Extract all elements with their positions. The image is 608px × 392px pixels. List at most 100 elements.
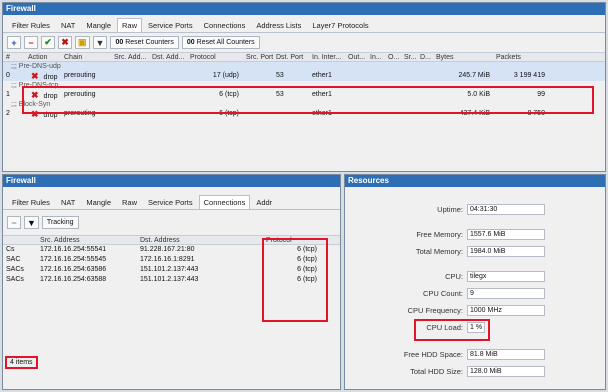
rule-protocol: 6 (tcp): [219, 110, 239, 117]
toolbar: + − ✔ ✖ ▣ ▼ 00 Reset Counters 00 Reset All…: [3, 33, 605, 52]
total-memory-value: 1984.0 MiB: [467, 246, 545, 257]
cpu-load-value: 1 %: [467, 322, 485, 333]
tab-layer7-protocols[interactable]: Layer7 Protocols: [307, 18, 373, 32]
drop-x-icon: ✖: [31, 71, 39, 81]
rule-num: 1: [6, 91, 10, 98]
firewall-window-connections: Firewall Filter Rules NAT Mangle Raw Ser…: [2, 174, 341, 390]
total-hdd-row: Total HDD Size: 128.0 MiB: [345, 363, 605, 380]
col-protocol[interactable]: Protocol: [187, 53, 243, 61]
col-in[interactable]: In...: [367, 53, 385, 61]
reset-all-counters-button[interactable]: 00 Reset All Counters: [181, 36, 260, 49]
col-protocol[interactable]: Protocol: [263, 236, 323, 244]
tab-filter-rules[interactable]: Filter Rules: [7, 18, 55, 32]
tab-service-ports[interactable]: Service Ports: [143, 18, 198, 32]
tab-raw[interactable]: Raw: [117, 18, 143, 32]
tab-address-lists[interactable]: Addr: [251, 195, 277, 209]
check-icon[interactable]: ✔: [41, 36, 55, 49]
rule-dst-port: 53: [276, 91, 284, 98]
x-icon[interactable]: ✖: [58, 36, 72, 49]
rule-group-1[interactable]: ;;; Pre-DNS-tcp 1 ✖ drop prerouting 6 (tc…: [3, 81, 605, 100]
conn-flag: SACs: [6, 276, 24, 283]
table-row[interactable]: SACs 172.16.16.254:63586 151.101.2.137:4…: [3, 265, 340, 275]
rule-blank: [345, 71, 433, 81]
rule-dst: [149, 71, 187, 81]
plus-icon[interactable]: +: [7, 36, 21, 49]
minus-icon[interactable]: −: [24, 36, 38, 49]
tab-raw[interactable]: Raw: [117, 195, 142, 209]
tab-mangle[interactable]: Mangle: [81, 195, 116, 209]
rule-comment: ;;; Pre-DNS-udp: [11, 63, 61, 70]
cpu-value: tilegx: [467, 271, 545, 282]
drop-x-icon: ✖: [31, 90, 39, 100]
rule-num: 0: [6, 72, 10, 79]
rule-action: ✖ drop: [25, 71, 61, 81]
tab-filter-rules[interactable]: Filter Rules: [7, 195, 55, 209]
tab-nat[interactable]: NAT: [56, 195, 80, 209]
col-o[interactable]: O...: [385, 53, 401, 61]
filter-icon[interactable]: ▼: [24, 216, 39, 229]
col-dst-port[interactable]: Dst. Port: [273, 53, 309, 61]
reset-counters-button[interactable]: 00 Reset Counters: [110, 36, 179, 49]
rule-blank: [345, 109, 433, 119]
tab-service-ports[interactable]: Service Ports: [143, 195, 198, 209]
tab-nat[interactable]: NAT: [56, 18, 80, 32]
table-row[interactable]: Cs 172.16.16.254:55541 91.228.167.21:80 …: [3, 245, 340, 255]
conn-flag: SACs: [6, 266, 24, 273]
cpu-row: CPU: tilegx: [345, 268, 605, 285]
col-out-interface[interactable]: Out...: [345, 53, 367, 61]
free-hdd-value: 81.8 MiB: [467, 349, 545, 360]
rule-src-port: [243, 109, 273, 119]
col-sr[interactable]: Sr...: [401, 53, 417, 61]
col-src-address[interactable]: Src. Add...: [111, 53, 149, 61]
rule-src: [111, 71, 149, 81]
rule-src-port: [243, 90, 273, 100]
table-row[interactable]: 0 ✖ drop prerouting 17 (udp) 53 ether1 24…: [3, 71, 605, 81]
table-row[interactable]: SAC 172.16.16.254:55545 172.16.16.1:8291…: [3, 255, 340, 265]
rule-packets: 99: [537, 91, 545, 98]
cpu-count-label: CPU Count:: [422, 289, 463, 298]
free-memory-label: Free Memory:: [416, 230, 463, 239]
rule-in-iface: ether1: [312, 110, 332, 117]
col-action[interactable]: Action: [25, 53, 61, 61]
col-src-port[interactable]: Src. Port: [243, 53, 273, 61]
col-flags[interactable]: [3, 236, 37, 244]
rule-bytes: 245.7 MiB: [458, 72, 490, 79]
cpu-frequency-label: CPU Frequency:: [407, 306, 463, 315]
connections-table-header: Src. Address Dst. Address Protocol: [3, 235, 340, 245]
rule-group-2[interactable]: ;;; Block-Syn 2 ✖ drop prerouting 6 (tcp)…: [3, 100, 605, 119]
col-bytes[interactable]: Bytes: [433, 53, 493, 61]
col-num[interactable]: #: [3, 53, 25, 61]
tracking-button[interactable]: Tracking: [41, 216, 79, 229]
rule-packets: 8 750: [527, 110, 545, 117]
table-row[interactable]: 2 ✖ drop prerouting 6 (tcp) ether1 437.4 …: [3, 109, 605, 119]
drop-x-icon: ✖: [31, 109, 39, 119]
cpu-count-row: CPU Count: 9: [345, 285, 605, 302]
minus-icon[interactable]: −: [7, 216, 21, 229]
comment-icon[interactable]: ▣: [75, 36, 90, 49]
rule-comment: ;;; Pre-DNS-tcp: [11, 82, 59, 89]
tab-mangle[interactable]: Mangle: [81, 18, 116, 32]
table-row[interactable]: SACs 172.16.16.254:63588 151.101.2.137:4…: [3, 275, 340, 285]
col-packets[interactable]: Packets: [493, 53, 548, 61]
col-dst-address[interactable]: Dst. Add...: [149, 53, 187, 61]
tab-address-lists[interactable]: Address Lists: [251, 18, 306, 32]
tab-connections[interactable]: Connections: [199, 18, 251, 32]
free-hdd-row: Free HDD Space: 81.8 MiB: [345, 346, 605, 363]
rule-src-port: [243, 71, 273, 81]
rule-protocol: 17 (udp): [212, 72, 239, 79]
col-src-address[interactable]: Src. Address: [37, 236, 137, 244]
rule-blank: [345, 90, 433, 100]
col-dst-address[interactable]: Dst. Address: [137, 236, 263, 244]
col-chain[interactable]: Chain: [61, 53, 111, 61]
table-row[interactable]: 1 ✖ drop prerouting 6 (tcp) 53 ether1 5.0…: [3, 90, 605, 100]
col-d[interactable]: D...: [417, 53, 433, 61]
tab-connections[interactable]: Connections: [198, 195, 251, 209]
rule-group-0[interactable]: ;;; Pre-DNS-udp 0 ✖ drop prerouting 17 (u…: [3, 62, 605, 81]
window-title: Firewall: [3, 175, 340, 187]
conn-dst: 151.101.2.137:443: [140, 276, 199, 283]
col-in-interface[interactable]: In. Inter...: [309, 53, 345, 61]
rules-table-header: # Action Chain Src. Add... Dst. Add... P…: [3, 52, 605, 62]
tab-bar: Filter Rules NAT Mangle Raw Service Port…: [3, 187, 340, 210]
filter-icon[interactable]: ▼: [92, 36, 108, 49]
conn-proto: 6 (tcp): [297, 256, 317, 263]
